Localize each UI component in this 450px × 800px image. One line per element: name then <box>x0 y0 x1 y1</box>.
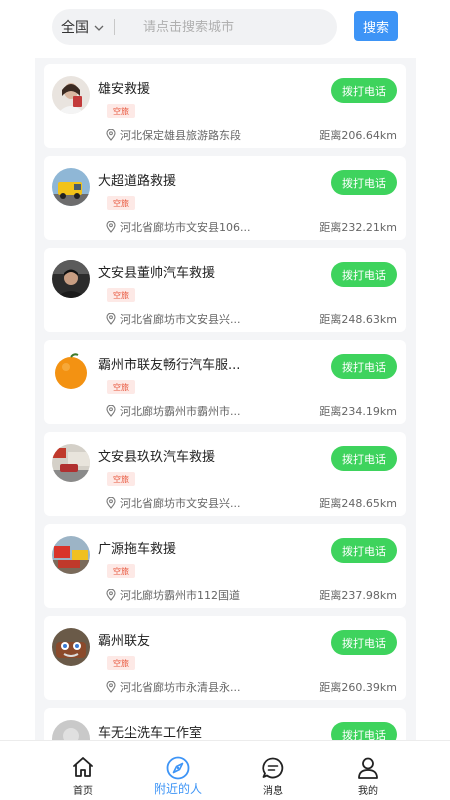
status-badge: 空旅 <box>107 380 135 394</box>
search-divider <box>114 19 115 35</box>
address-text: 河北省廊坊市文安县106... <box>120 221 251 234</box>
avatar <box>52 352 90 390</box>
location-pin-icon <box>106 129 116 141</box>
rescue-name: 霸州市联友畅行汽车服... <box>98 358 241 373</box>
tab-messages-label: 消息 <box>263 786 283 797</box>
status-badge: 空旅 <box>107 288 135 302</box>
tab-nearby[interactable]: 附近的人 <box>143 741 213 800</box>
tab-profile[interactable]: 我的 <box>333 741 403 800</box>
tab-messages[interactable]: 消息 <box>238 741 308 800</box>
tab-home[interactable]: 首页 <box>48 741 118 800</box>
address-text: 河北省廊坊市文安县兴... <box>120 497 241 510</box>
rescue-name: 广源拖车救援 <box>98 542 177 557</box>
rescue-name: 雄安救援 <box>98 82 151 97</box>
search-header: 全国 搜索 <box>0 0 450 58</box>
list-item[interactable]: 大超道路救援 空旅 拨打电话 河北省廊坊市文安县106... 距离232.21k… <box>44 156 406 240</box>
home-icon <box>73 757 93 777</box>
call-button[interactable]: 拨打电话 <box>331 722 397 740</box>
call-button[interactable]: 拨打电话 <box>331 78 397 103</box>
distance-text: 距离232.21km <box>319 221 397 234</box>
address-text: 河北省廊坊市永清县永... <box>120 681 241 694</box>
rescue-name: 车无尘洗车工作室 <box>98 726 203 740</box>
call-button[interactable]: 拨打电话 <box>331 262 397 287</box>
address-text: 河北保定雄县旅游路东段 <box>120 129 241 142</box>
chevron-down-icon <box>94 25 104 31</box>
rescue-name: 文安县董帅汽车救援 <box>98 266 216 281</box>
list-item[interactable]: 文安县董帅汽车救援 空旅 拨打电话 河北省廊坊市文安县兴... 距离248.63… <box>44 248 406 332</box>
search-input[interactable] <box>143 19 323 35</box>
search-box: 全国 <box>52 9 337 45</box>
distance-text: 距离237.98km <box>319 589 397 602</box>
list-item[interactable]: 雄安救援 空旅 拨打电话 河北保定雄县旅游路东段 距离206.64km <box>44 64 406 148</box>
status-badge: 空旅 <box>107 472 135 486</box>
avatar <box>52 168 90 206</box>
distance-text: 距离260.39km <box>319 681 397 694</box>
bottom-tab-bar: 首页 附近的人 消息 我的 <box>0 740 450 800</box>
distance-text: 距离248.65km <box>319 497 397 510</box>
avatar <box>52 628 90 666</box>
location-pin-icon <box>106 313 116 325</box>
address-text: 河北省廊坊市文安县兴... <box>120 313 241 326</box>
user-icon <box>358 757 378 779</box>
city-select[interactable]: 全国 <box>61 9 104 45</box>
location-pin-icon <box>106 405 116 417</box>
list-item[interactable]: 霸州联友 空旅 拨打电话 河北省廊坊市永清县永... 距离260.39km <box>44 616 406 700</box>
call-button[interactable]: 拨打电话 <box>331 538 397 563</box>
avatar <box>52 260 90 298</box>
compass-icon <box>166 756 190 780</box>
call-button[interactable]: 拨打电话 <box>331 170 397 195</box>
status-badge: 空旅 <box>107 564 135 578</box>
status-badge: 空旅 <box>107 656 135 670</box>
call-button[interactable]: 拨打电话 <box>331 354 397 379</box>
avatar <box>52 444 90 482</box>
city-label: 全国 <box>61 20 89 36</box>
address-text: 河北廊坊霸州市霸州市... <box>120 405 241 418</box>
avatar <box>52 720 90 740</box>
message-icon <box>262 757 284 779</box>
nearby-list[interactable]: 雄安救援 空旅 拨打电话 河北保定雄县旅游路东段 距离206.64km 大超道路… <box>35 58 416 740</box>
list-item[interactable]: 车无尘洗车工作室 拨打电话 <box>44 708 406 740</box>
distance-text: 距离206.64km <box>319 129 397 142</box>
distance-text: 距离234.19km <box>319 405 397 418</box>
location-pin-icon <box>106 221 116 233</box>
tab-home-label: 首页 <box>73 786 93 797</box>
call-button[interactable]: 拨打电话 <box>331 446 397 471</box>
rescue-name: 大超道路救援 <box>98 174 177 189</box>
list-item[interactable]: 文安县玖玖汽车救援 空旅 拨打电话 河北省廊坊市文安县兴... 距离248.65… <box>44 432 406 516</box>
avatar <box>52 76 90 114</box>
call-button[interactable]: 拨打电话 <box>331 630 397 655</box>
rescue-name: 霸州联友 <box>98 634 151 649</box>
status-badge: 空旅 <box>107 196 135 210</box>
location-pin-icon <box>106 497 116 509</box>
location-pin-icon <box>106 589 116 601</box>
search-button[interactable]: 搜索 <box>354 11 398 41</box>
list-item[interactable]: 广源拖车救援 空旅 拨打电话 河北廊坊霸州市112国道 距离237.98km <box>44 524 406 608</box>
tab-nearby-label: 附近的人 <box>153 782 202 796</box>
list-item[interactable]: 霸州市联友畅行汽车服... 空旅 拨打电话 河北廊坊霸州市霸州市... 距离23… <box>44 340 406 424</box>
location-pin-icon <box>106 681 116 693</box>
address-text: 河北廊坊霸州市112国道 <box>120 589 240 602</box>
distance-text: 距离248.63km <box>319 313 397 326</box>
avatar <box>52 536 90 574</box>
status-badge: 空旅 <box>107 104 135 118</box>
tab-profile-label: 我的 <box>358 786 378 797</box>
rescue-name: 文安县玖玖汽车救援 <box>98 450 216 465</box>
